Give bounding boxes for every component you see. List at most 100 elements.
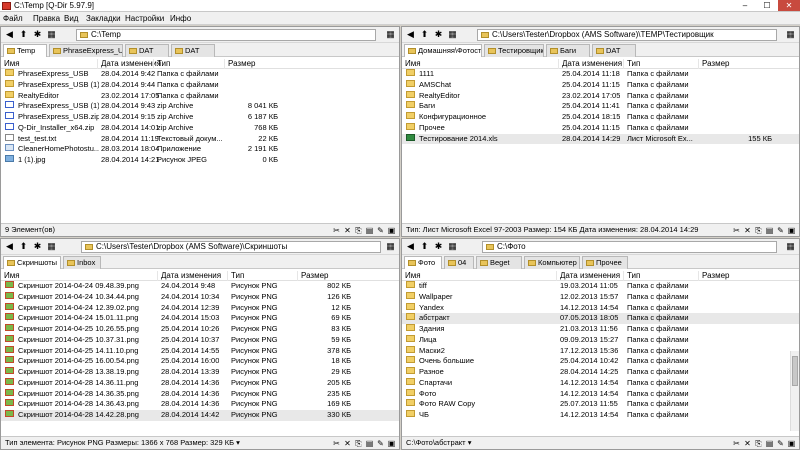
views-icon[interactable]: ▦ [785, 29, 796, 40]
paste-icon[interactable]: ▤ [364, 438, 375, 449]
file-row[interactable]: Wallpaper 12.02.2013 15:57 Папка с файлами [402, 291, 799, 303]
copy-icon[interactable]: ⎘ [753, 225, 764, 236]
menu-bookmarks[interactable]: Закладки [86, 14, 121, 23]
file-row[interactable]: Скриншот 2014-04-25 10.37.31.png 25.04.20… [1, 334, 399, 346]
file-row[interactable]: Скриншот 2014-04-24 09.48.39.png 24.04.20… [1, 281, 399, 292]
file-row[interactable]: Фото 14.12.2013 14:54 Папка с файлами [402, 388, 799, 400]
paste-icon[interactable]: ▤ [764, 438, 775, 449]
views-icon[interactable]: ▦ [447, 29, 458, 40]
file-row[interactable]: Здания 21.03.2013 11:56 Папка с файлами [402, 324, 799, 335]
file-row[interactable]: Скриншот 2014-04-24 10.34.44.png 24.04.20… [1, 291, 399, 303]
address-bar[interactable]: C:\Фото [482, 241, 777, 253]
column-header-name[interactable]: Имя [402, 59, 421, 69]
address-bar[interactable]: C:\Users\Tester\Dropbox (AMS Software)\С… [81, 241, 381, 253]
rename-icon[interactable]: ✎ [775, 225, 786, 236]
tab-item[interactable]: Скриншоты [3, 256, 61, 269]
column-header-type[interactable]: Тип [623, 59, 640, 69]
menu-info[interactable]: Инфо [170, 14, 191, 23]
file-row[interactable]: RealtyEditor 23.02.2014 17:05 Папка с файл… [1, 90, 399, 102]
rename-icon[interactable]: ✎ [775, 438, 786, 449]
file-row[interactable]: tiff 19.03.2014 11:05 Папка с файлами [402, 281, 799, 292]
file-row[interactable]: Баги 25.04.2014 11:41 Папка с файлами [402, 101, 799, 112]
properties-icon[interactable]: ▣ [386, 438, 397, 449]
column-header-name[interactable]: Имя [1, 271, 20, 281]
menu-settings[interactable]: Настройки [125, 14, 164, 23]
tab-item[interactable]: Temp [3, 44, 47, 57]
file-row[interactable]: Маски2 17.12.2013 15:36 Папка с файлами [402, 345, 799, 357]
back-icon[interactable]: ◀ [4, 241, 15, 252]
file-row[interactable]: RealtyEditor 23.02.2014 17:05 Папка с файл… [402, 90, 799, 102]
file-row[interactable]: PhraseExpress_USB (1).zip28.04.2014 9:43… [1, 101, 399, 112]
vertical-scrollbar[interactable] [790, 351, 799, 431]
up-folder-icon[interactable]: ⬆ [18, 241, 29, 252]
file-row[interactable]: 1 (1).jpg 28.04.2014 14:21 Рисунок JPEG 0 К… [1, 155, 399, 166]
address-bar[interactable]: C:\Temp [76, 29, 376, 41]
file-row[interactable]: CleanerHomePhotostu... 28.03.2014 18:04 Пр… [1, 144, 399, 155]
file-row[interactable]: Скриншот 2014-04-24 15.01.11.png 24.04.20… [1, 313, 399, 324]
tab-item[interactable]: DAT [592, 44, 636, 57]
file-row[interactable]: Скриншот 2014-04-25 14.11.10.png 25.04.20… [1, 345, 399, 357]
views-icon[interactable]: ▦ [385, 241, 396, 252]
up-folder-icon[interactable]: ⬆ [419, 241, 430, 252]
file-row[interactable]: Тестирование 2014.xls 28.04.2014 14:29 Лис… [402, 133, 799, 145]
copy-icon[interactable]: ⎘ [753, 438, 764, 449]
views-icon[interactable]: ▦ [785, 241, 796, 252]
copy-icon[interactable]: ⎘ [353, 438, 364, 449]
column-header-date[interactable]: Дата изменения [558, 59, 622, 69]
tab-item[interactable]: Тестировщик [484, 44, 544, 57]
menu-view[interactable]: Вид [64, 14, 78, 23]
file-row[interactable]: Скриншот 2014-04-25 16.00.54.png 25.04.20… [1, 356, 399, 367]
tab-item[interactable]: PhraseExpress_U... [49, 44, 123, 57]
column-header-type[interactable]: Тип [153, 59, 170, 69]
cut-icon[interactable]: ✂ [331, 225, 342, 236]
cut-icon[interactable]: ✂ [731, 438, 742, 449]
file-row[interactable]: Скриншот 2014-04-28 13.38.19.png 28.04.20… [1, 367, 399, 378]
file-row[interactable]: Скриншот 2014-04-24 12.39.02.png 24.04.20… [1, 302, 399, 314]
file-row[interactable]: Лица 09.09.2013 15:27 Папка с файлами [402, 334, 799, 346]
file-row[interactable]: Скриншот 2014-04-28 14.42.28.png 28.04.20… [1, 410, 399, 421]
properties-icon[interactable]: ▣ [386, 225, 397, 236]
column-header-date[interactable]: Дата изменения [97, 59, 161, 69]
paste-icon[interactable]: ▤ [764, 225, 775, 236]
cut-icon[interactable]: ✂ [731, 225, 742, 236]
column-header-size[interactable]: Размер [297, 271, 329, 281]
file-row[interactable]: Скриншот 2014-04-28 14.36.35.png 28.04.20… [1, 388, 399, 400]
file-row[interactable]: Прочее 25.04.2014 11:15 Папка с файлами [402, 122, 799, 134]
column-header-name[interactable]: Имя [402, 271, 421, 281]
file-row[interactable]: Скриншот 2014-04-25 10.26.55.png 25.04.20… [1, 324, 399, 335]
column-header-size[interactable]: Размер [698, 59, 730, 69]
new-folder-icon[interactable]: ✱ [32, 29, 43, 40]
file-row[interactable]: PhraseExpress_USB.zip 28.04.2014 9:15 zip … [1, 112, 399, 123]
copy-icon[interactable]: ⎘ [353, 225, 364, 236]
file-row[interactable]: Фото RAW Copy 25.07.2013 11:55 Папка с фай… [402, 399, 799, 410]
tab-item[interactable]: Прочее [582, 256, 628, 269]
delete-icon[interactable]: ✕ [742, 225, 753, 236]
column-header-type[interactable]: Тип [227, 271, 244, 281]
tab-item[interactable]: Beget [476, 256, 522, 269]
file-row[interactable]: Конфигурационное 25.04.2014 18:15 Папка с … [402, 112, 799, 123]
file-row[interactable]: Скриншот 2014-04-28 14.36.43.png 28.04.20… [1, 399, 399, 410]
column-header-date[interactable]: Дата изменения [556, 271, 620, 281]
column-header-name[interactable]: Имя [1, 59, 20, 69]
file-row[interactable]: AMSChat 25.04.2014 11:15 Папка с файлами [402, 79, 799, 91]
tab-item[interactable]: DAT [125, 44, 169, 57]
properties-icon[interactable]: ▣ [786, 438, 797, 449]
up-folder-icon[interactable]: ⬆ [18, 29, 29, 40]
tab-item[interactable]: Inbox [63, 256, 101, 269]
file-row[interactable]: Очень большие 25.04.2014 10:42 Папка с фай… [402, 356, 799, 367]
tab-item[interactable]: 04 [444, 256, 474, 269]
file-row[interactable]: Разное 28.04.2014 14:25 Папка с файлами [402, 367, 799, 378]
tab-item[interactable]: Компьютер [524, 256, 580, 269]
file-row[interactable]: ЧБ 14.12.2013 14:54 Папка с файлами [402, 410, 799, 421]
new-folder-icon[interactable]: ✱ [433, 241, 444, 252]
file-row[interactable]: test_test.txt 28.04.2014 11:19 Текстовый д… [1, 133, 399, 145]
menu-edit[interactable]: Правка [33, 14, 60, 23]
views-icon[interactable]: ▦ [46, 29, 57, 40]
file-row[interactable]: PhraseExpress_USB 28.04.2014 9:42 Папка с … [1, 69, 399, 80]
rename-icon[interactable]: ✎ [375, 225, 386, 236]
file-row[interactable]: Q-Dir_Installer_x64.zip 28.04.2014 14:01 z… [1, 122, 399, 134]
back-icon[interactable]: ◀ [405, 29, 416, 40]
delete-icon[interactable]: ✕ [342, 225, 353, 236]
new-folder-icon[interactable]: ✱ [32, 241, 43, 252]
tab-item[interactable]: Баги [546, 44, 590, 57]
